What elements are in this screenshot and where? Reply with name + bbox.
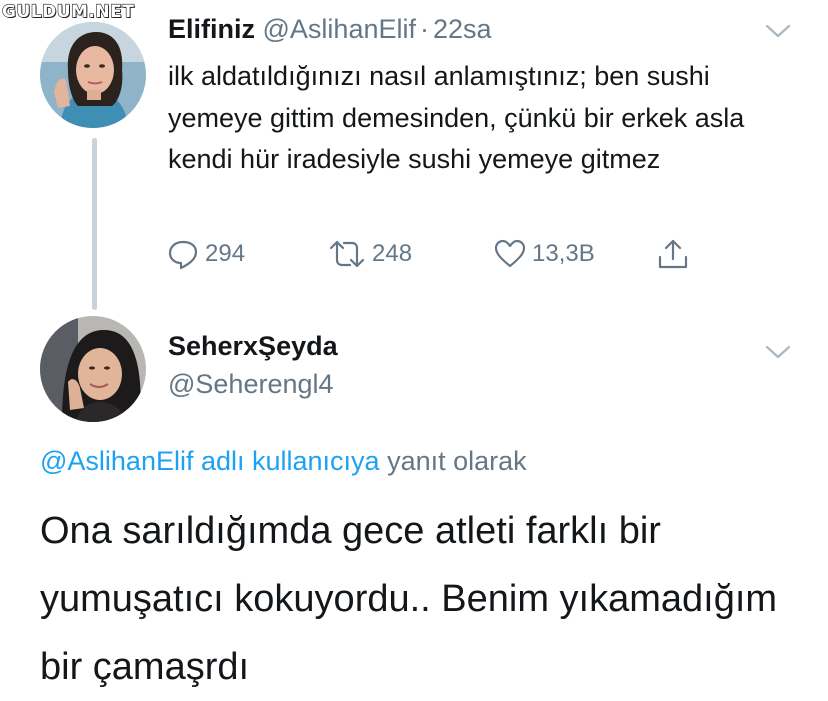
reply-to-link[interactable]: @AslihanElif adlı kullanıcıya [40, 446, 380, 476]
retweet-icon [329, 240, 365, 268]
like-icon [494, 239, 526, 268]
reply-button[interactable]: 294 [167, 236, 245, 272]
chevron-down-icon[interactable] [765, 344, 791, 360]
user-handle[interactable]: @AslihanElif [263, 14, 416, 44]
share-button[interactable] [656, 236, 696, 272]
reply-to-text: yanıt olarak [387, 446, 527, 476]
replying-to: @AslihanElif adlı kullanıcıya yanıt olar… [40, 446, 527, 477]
separator-dot: · [420, 14, 429, 44]
avatar[interactable] [40, 316, 146, 422]
share-icon [658, 239, 688, 269]
tweet-time[interactable]: 22sa [433, 14, 492, 44]
thread-connector-line [92, 138, 97, 310]
retweet-button[interactable]: 248 [328, 236, 412, 272]
reply-icon [168, 240, 198, 270]
site-watermark: GULDUM.NET [1, 1, 135, 22]
display-name[interactable]: SeherxŞeyda [168, 331, 338, 362]
chevron-down-icon[interactable] [765, 23, 791, 39]
reply-count: 294 [205, 240, 246, 267]
like-count: 13,3B [532, 240, 595, 267]
retweet-count: 248 [372, 240, 413, 267]
user-handle[interactable]: @Seherengl4 [168, 369, 334, 400]
tweet-header: Elifiniz @AslihanElif · 22sa [168, 14, 492, 45]
like-button[interactable]: 13,3B [494, 236, 595, 272]
tweet-text: ilk aldatıldığınızı nasıl anlamıştınız; … [168, 61, 745, 174]
display-name[interactable]: Elifiniz [168, 14, 255, 44]
tweet-text: Ona sarıldığımda gece atleti farklı bir … [40, 510, 778, 688]
avatar[interactable] [40, 22, 146, 128]
